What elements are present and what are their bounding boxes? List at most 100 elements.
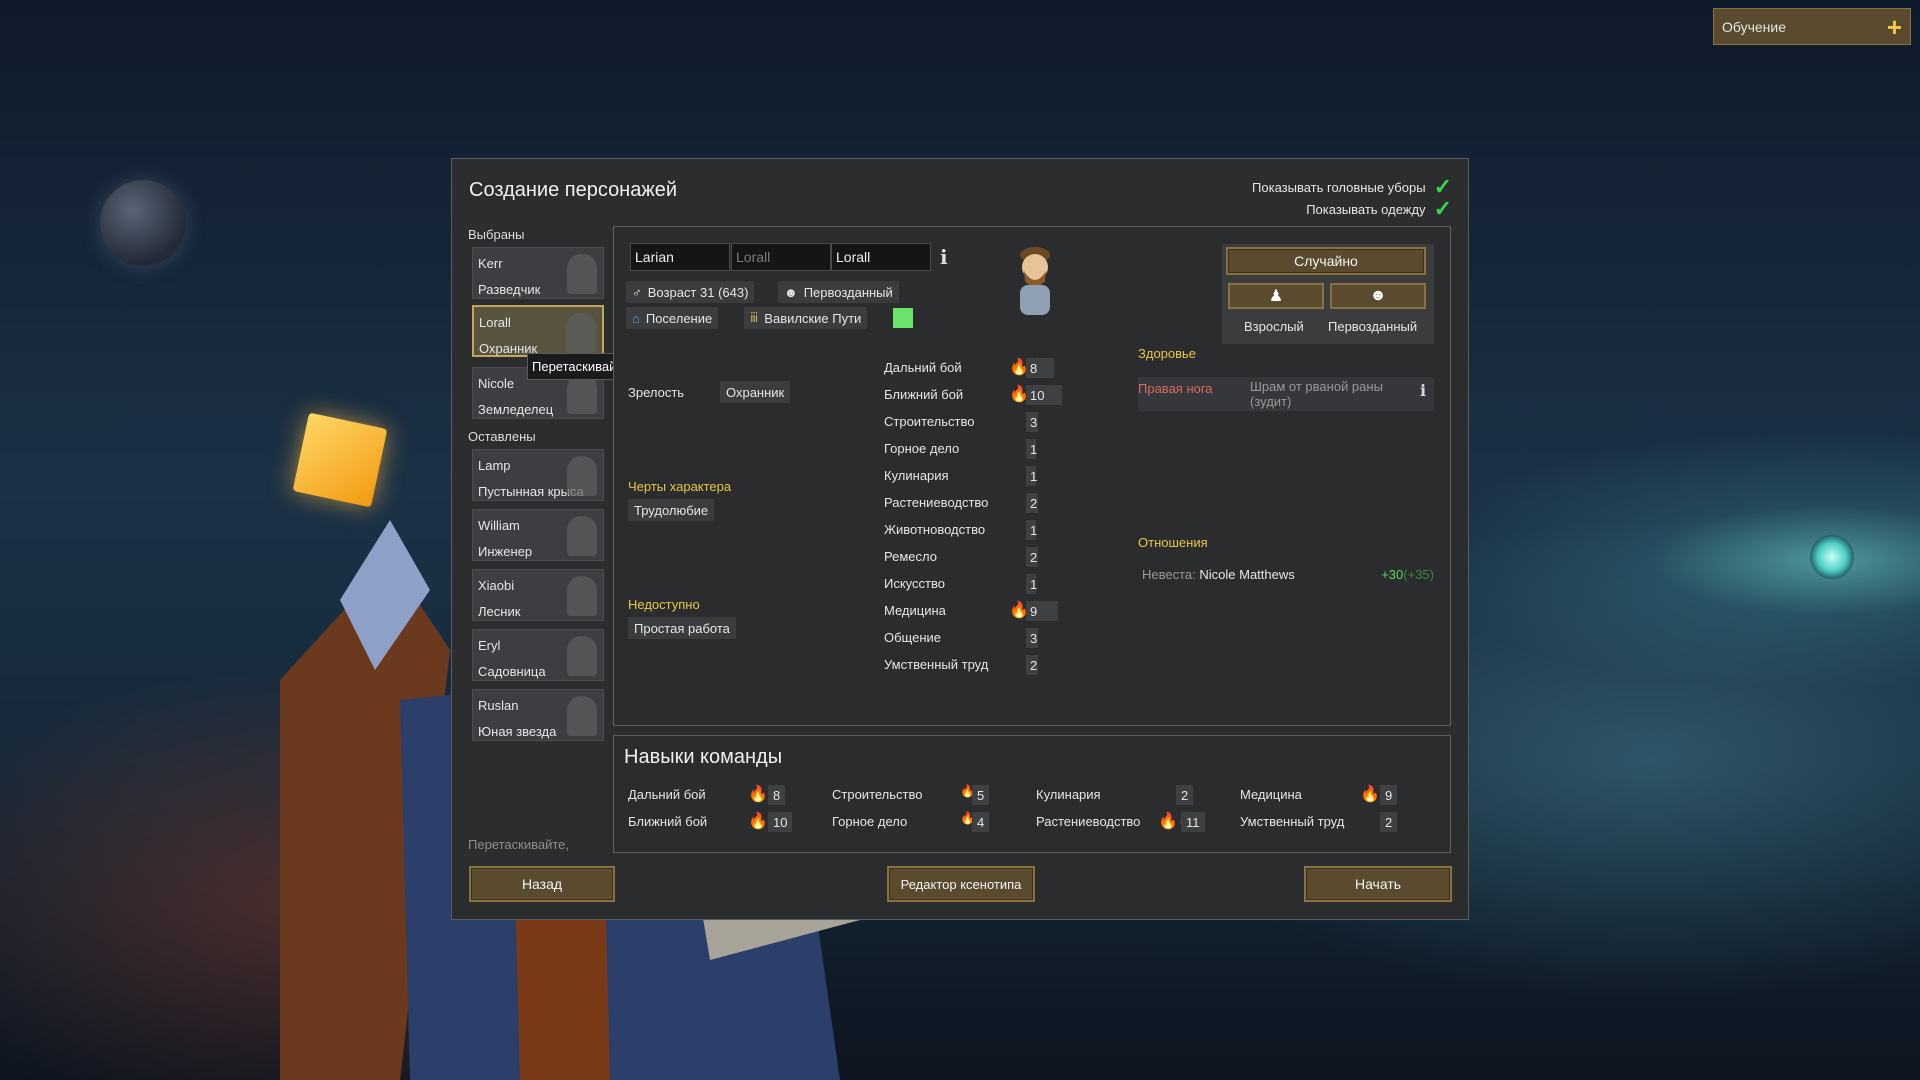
info-icon[interactable]: i [940,245,948,269]
skill-value: 10 [768,812,793,832]
relation-value: +30 [1381,567,1404,582]
left-behind-label: Оставлены [468,429,536,444]
start-button[interactable]: Начать [1304,866,1452,902]
toggle-show-clothes[interactable]: Показывать одежду ✓ [1306,196,1452,221]
skill-name: Животноводство [884,522,986,537]
background-moon [100,180,186,266]
drag-hint: Перетаскивайте, [468,837,569,852]
pawn-card-william[interactable]: William Инженер [472,509,604,561]
pawn-card-lamp[interactable]: Lamp Пустынная крыса [472,449,604,501]
pawn-portrait [567,374,597,414]
team-skill: Строительство 🔥 5 [832,784,1022,806]
xenotype-label: Первозданный [1328,319,1418,334]
team-skill: Растениеводство 🔥🔥 11 [1036,811,1226,833]
team-skill: Дальний бой 🔥🔥 8 [628,784,818,806]
dialog-title: Создание персонажей [469,179,678,201]
health-label: Здоровье [1138,346,1197,361]
team-skill: Медицина 🔥🔥 9 [1240,784,1430,806]
last-name-input[interactable] [831,243,931,271]
skill-value: 3 [1026,628,1038,648]
first-name-input[interactable] [630,243,730,271]
skull-icon: ☻ [784,284,798,300]
xenotype-tag[interactable]: ☻ Первозданный [778,281,899,303]
team-skills-panel: Навыки команды Дальний бой 🔥🔥 8 Ближний … [613,735,1451,853]
skill-value: 1 [1026,520,1037,540]
checkmark-icon: ✓ [1433,174,1452,199]
male-icon: ♂ [632,284,642,300]
xenotype-button[interactable]: ☻ [1330,283,1426,309]
health-entry[interactable]: Правая нога Шрам от рваной раны (зудит) … [1138,377,1434,411]
random-button[interactable]: Случайно [1226,247,1426,275]
character-creation-dialog: Создание персонажей Показывать головные … [451,158,1469,920]
skill-name: Умственный труд [1240,814,1345,829]
skill-name: Ремесло [884,549,937,564]
ideology-tag[interactable]: ⅲ Вавилские Пути [744,307,868,329]
skill-name: Медицина [1240,787,1302,802]
plus-icon: + [1886,11,1902,42]
skill-row: Дальний бой 🔥🔥 8 [884,357,1074,379]
pawn-card-eryl[interactable]: Eryl Садовница [472,629,604,681]
skill-name: Искусство [884,576,945,591]
skull-icon: ☻ [1369,287,1387,304]
skill-name: Растениеводство [1036,814,1141,829]
skill-name: Дальний бой [628,787,706,802]
pawn-portrait [567,456,597,496]
faction-tag[interactable]: ⌂ Поселение [626,307,719,329]
pawn-portrait-icon [1020,247,1050,315]
checkmark-icon: ✓ [1433,196,1452,221]
skill-row: Животноводство 1 [884,519,1074,541]
adult-label: Взрослый [1244,319,1304,334]
skill-value: 1 [1026,439,1037,459]
background-star [1810,535,1854,579]
house-icon: ⌂ [632,310,640,326]
skill-value: 1 [1026,466,1037,486]
pawn-portrait [567,254,597,294]
pawn-card-kerr[interactable]: Kerr Разведчик [472,247,604,299]
info-icon[interactable]: i [1420,381,1426,400]
skill-row: Умственный труд 2 [884,654,1074,676]
skill-name: Кулинария [884,468,949,483]
skill-row: Кулинария 1 [884,465,1074,487]
faction-text: Поселение [645,310,713,326]
pawn-portrait [567,576,597,616]
trait-tag[interactable]: Трудолюбие [628,499,715,521]
adult-button[interactable]: ♟ [1228,283,1324,309]
skill-value: 4 [972,812,990,832]
skill-name: Ближний бой [884,387,964,402]
toggle-show-headgear[interactable]: Показывать головные уборы ✓ [1252,174,1452,199]
xenotype-editor-button[interactable]: Редактор ксенотипа [887,866,1035,902]
pawn-portrait [567,696,597,736]
skill-name: Горное дело [884,441,960,456]
back-button[interactable]: Назад [469,866,615,902]
pawn-card-ruslan[interactable]: Ruslan Юная звезда [472,689,604,741]
toggle-clothes-label: Показывать одежду [1306,201,1426,217]
trait-text: Трудолюбие [634,502,709,518]
skill-value: 3 [1026,412,1038,432]
skill-value: 2 [1380,812,1398,832]
skill-row: Строительство 3 [884,411,1074,433]
age-text: Возраст 31 (643) [647,284,749,300]
backstory-tag[interactable]: Охранник [720,381,791,403]
relation-entry[interactable]: Невеста: Nicole Matthews +30(+35) [1142,567,1438,587]
ideology-color-swatch[interactable] [893,308,913,328]
traits-label: Черты характера [628,479,732,494]
skill-value: 2 [1026,547,1038,567]
nickname-input[interactable] [731,243,831,271]
skill-name: Строительство [832,787,923,802]
toggle-headgear-label: Показывать головные уборы [1252,179,1426,195]
chosen-label: Выбраны [468,227,525,242]
background-glowing-cube [292,412,388,508]
age-tag[interactable]: ♂ Возраст 31 (643) [626,281,755,303]
skill-name: Медицина [884,603,946,618]
pawn-card-xiaobi[interactable]: Xiaobi Лесник [472,569,604,621]
unavailable-tag[interactable]: Простая работа [628,617,736,639]
skill-value: 10 [1026,385,1062,405]
team-skill: Умственный труд 2 [1240,811,1430,833]
team-skill: Ближний бой 🔥🔥 10 [628,811,818,833]
tutorial-button[interactable]: Обучение + [1713,8,1911,45]
skill-name: Умственный труд [884,657,989,672]
tutorial-label: Обучение [1722,18,1787,35]
skill-name: Кулинария [1036,787,1101,802]
skill-value: 2 [1026,493,1038,513]
pawn-card-lorall[interactable]: Lorall Охранник [472,305,604,357]
